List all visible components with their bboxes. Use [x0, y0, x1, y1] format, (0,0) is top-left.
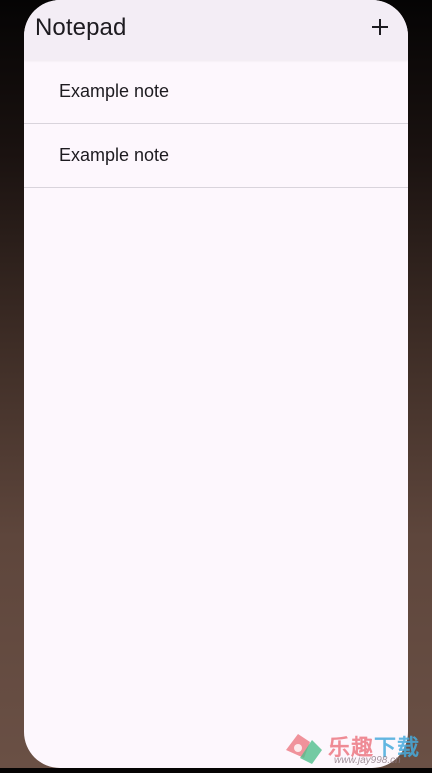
note-list-item[interactable]: Example note: [24, 124, 408, 188]
watermark-url: www.jay998.cn: [334, 755, 401, 766]
app-title: Notepad: [35, 14, 127, 41]
note-title: Example note: [59, 145, 170, 165]
watermark: 乐趣下载 www.jay998.cn: [282, 728, 432, 768]
notepad-window: Notepad Example note Example note: [24, 0, 408, 768]
plus-icon: [372, 19, 388, 35]
watermark-logo-icon: [286, 734, 322, 764]
note-list: Example note Example note: [24, 60, 408, 188]
note-list-item[interactable]: Example note: [24, 60, 408, 124]
top-app-bar: Notepad: [24, 0, 408, 60]
note-title: Example note: [59, 81, 170, 101]
add-note-button[interactable]: [364, 11, 396, 43]
